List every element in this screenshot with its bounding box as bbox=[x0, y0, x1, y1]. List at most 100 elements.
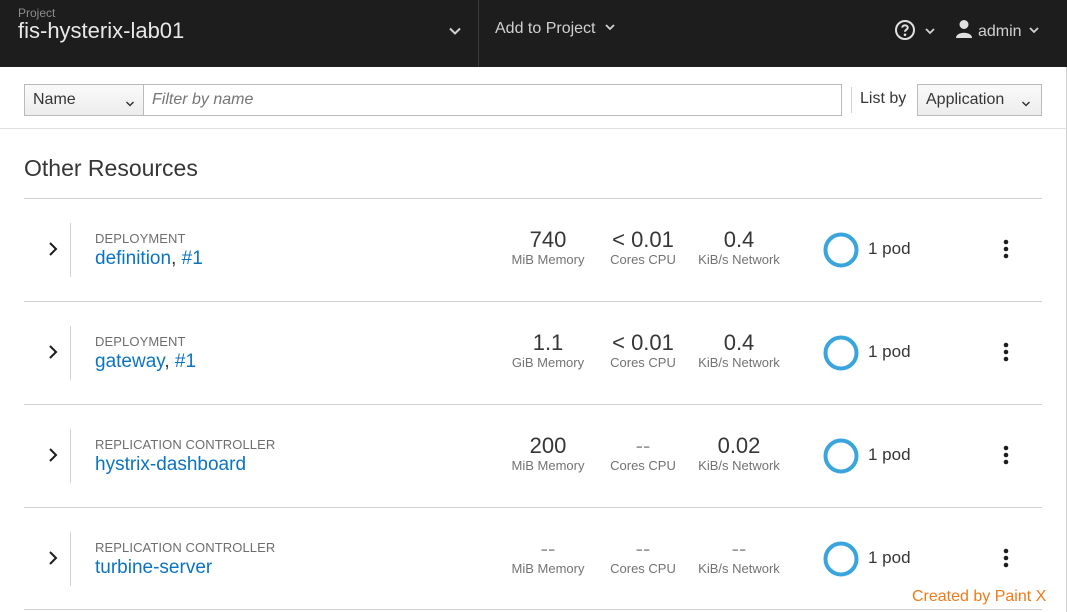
chevron-down-icon bbox=[1021, 96, 1031, 114]
project-selector[interactable]: Project fis-hysterix-lab01 bbox=[0, 0, 479, 67]
resource-version-link[interactable]: #1 bbox=[175, 351, 196, 372]
project-name[interactable]: fis-hysterix-lab01 bbox=[18, 18, 184, 44]
name-separator: , bbox=[171, 248, 182, 269]
row-divider bbox=[70, 326, 71, 380]
kebab-menu-icon[interactable] bbox=[1002, 239, 1010, 264]
list-item[interactable]: DEPLOYMENT definition, #1 740 MiB Memory… bbox=[24, 198, 1042, 301]
chevron-down-icon[interactable] bbox=[448, 24, 462, 43]
cpu-value: -- bbox=[635, 433, 651, 458]
network-metric: 0.02 KiB/s Network bbox=[694, 434, 784, 474]
resource-version-link[interactable]: #1 bbox=[182, 248, 203, 269]
pod-count[interactable]: 1 pod bbox=[868, 445, 911, 465]
pod-donut-icon[interactable] bbox=[822, 540, 860, 583]
chevron-right-icon[interactable] bbox=[46, 344, 60, 365]
chevron-right-icon[interactable] bbox=[46, 550, 60, 571]
chevron-down-icon bbox=[924, 24, 936, 42]
row-divider bbox=[70, 223, 71, 277]
resource-name-link[interactable]: turbine-server bbox=[95, 557, 212, 578]
pod-donut-icon[interactable] bbox=[822, 334, 860, 377]
chevron-down-icon bbox=[125, 96, 135, 114]
filter-field-value: Name bbox=[33, 91, 76, 108]
memory-label: MiB Memory bbox=[511, 458, 585, 473]
network-value: 0.4 bbox=[723, 227, 755, 252]
memory-label: MiB Memory bbox=[511, 561, 585, 576]
chevron-right-icon[interactable] bbox=[46, 447, 60, 468]
overview-content: Other Resources DEPLOYMENT definition, #… bbox=[0, 129, 1067, 612]
memory-metric: 740 MiB Memory bbox=[503, 228, 593, 268]
network-value: 0.4 bbox=[723, 330, 755, 355]
list-item[interactable]: REPLICATION CONTROLLER turbine-server --… bbox=[24, 507, 1042, 610]
network-label: KiB/s Network bbox=[698, 561, 780, 576]
memory-value: 740 bbox=[529, 227, 567, 252]
filter-input[interactable] bbox=[143, 84, 842, 116]
masthead: Project fis-hysterix-lab01 Add to Projec… bbox=[0, 0, 1067, 67]
resource-kind: REPLICATION CONTROLLER bbox=[95, 437, 276, 452]
toolbar-divider bbox=[851, 87, 852, 113]
user-name: admin bbox=[978, 22, 1022, 40]
network-label: KiB/s Network bbox=[698, 458, 780, 473]
list-by-label: List by bbox=[860, 90, 907, 107]
network-metric: 0.4 KiB/s Network bbox=[694, 331, 784, 371]
resource-name: gateway, #1 bbox=[95, 351, 196, 373]
memory-metric: 1.1 GiB Memory bbox=[503, 331, 593, 371]
resource-name-link[interactable]: definition bbox=[95, 248, 171, 269]
memory-value: -- bbox=[540, 536, 556, 561]
cpu-value: < 0.01 bbox=[612, 330, 674, 355]
kebab-menu-icon[interactable] bbox=[1002, 445, 1010, 470]
network-value: -- bbox=[731, 536, 747, 561]
pod-count[interactable]: 1 pod bbox=[868, 548, 911, 568]
resource-kind: DEPLOYMENT bbox=[95, 334, 186, 349]
list-item[interactable]: REPLICATION CONTROLLER hystrix-dashboard… bbox=[24, 404, 1042, 507]
filter-field-select[interactable]: Name bbox=[24, 84, 144, 116]
cpu-metric: -- Cores CPU bbox=[598, 434, 688, 474]
chevron-right-icon[interactable] bbox=[46, 241, 60, 262]
cpu-label: Cores CPU bbox=[610, 561, 676, 576]
cpu-label: Cores CPU bbox=[610, 458, 676, 473]
add-to-project-label: Add to Project bbox=[495, 20, 596, 37]
filter-toolbar: Name List by Application bbox=[0, 67, 1067, 129]
list-item[interactable]: DEPLOYMENT gateway, #1 1.1 GiB Memory < … bbox=[24, 301, 1042, 404]
cpu-value: < 0.01 bbox=[612, 227, 674, 252]
network-metric: 0.4 KiB/s Network bbox=[694, 228, 784, 268]
pod-donut-icon[interactable] bbox=[822, 231, 860, 274]
row-divider bbox=[70, 532, 71, 586]
chevron-down-icon bbox=[1028, 23, 1040, 41]
memory-value: 200 bbox=[529, 433, 567, 458]
section-title: Other Resources bbox=[24, 155, 198, 181]
memory-metric: -- MiB Memory bbox=[503, 537, 593, 577]
cpu-value: -- bbox=[635, 536, 651, 561]
add-to-project-menu[interactable]: Add to Project bbox=[495, 20, 616, 38]
list-by-select[interactable]: Application bbox=[917, 84, 1042, 116]
resource-list: DEPLOYMENT definition, #1 740 MiB Memory… bbox=[24, 198, 1042, 610]
pod-count[interactable]: 1 pod bbox=[868, 342, 911, 362]
kebab-menu-icon[interactable] bbox=[1002, 342, 1010, 367]
resource-kind: REPLICATION CONTROLLER bbox=[95, 540, 276, 555]
chevron-down-icon bbox=[604, 20, 616, 38]
resource-name: hystrix-dashboard bbox=[95, 454, 246, 476]
cpu-metric: < 0.01 Cores CPU bbox=[598, 228, 688, 268]
help-menu[interactable] bbox=[894, 19, 936, 46]
pod-donut-icon[interactable] bbox=[822, 437, 860, 480]
cpu-metric: < 0.01 Cores CPU bbox=[598, 331, 688, 371]
memory-label: GiB Memory bbox=[511, 355, 585, 370]
resource-name: turbine-server bbox=[95, 557, 212, 579]
network-label: KiB/s Network bbox=[698, 355, 780, 370]
list-by-value: Application bbox=[926, 91, 1005, 108]
pod-count[interactable]: 1 pod bbox=[868, 239, 911, 259]
help-icon bbox=[894, 19, 916, 46]
user-menu[interactable]: admin bbox=[956, 19, 1040, 44]
resource-name-link[interactable]: hystrix-dashboard bbox=[95, 454, 246, 475]
kebab-menu-icon[interactable] bbox=[1002, 548, 1010, 573]
cpu-metric: -- Cores CPU bbox=[598, 537, 688, 577]
user-icon bbox=[956, 19, 972, 44]
network-metric: -- KiB/s Network bbox=[694, 537, 784, 577]
network-label: KiB/s Network bbox=[698, 252, 780, 267]
name-separator: , bbox=[164, 351, 175, 372]
watermark: Created by Paint X bbox=[912, 588, 1047, 605]
memory-metric: 200 MiB Memory bbox=[503, 434, 593, 474]
memory-value: 1.1 bbox=[532, 330, 564, 355]
memory-label: MiB Memory bbox=[511, 252, 585, 267]
row-divider bbox=[70, 429, 71, 483]
cpu-label: Cores CPU bbox=[610, 355, 676, 370]
resource-name-link[interactable]: gateway bbox=[95, 351, 164, 372]
